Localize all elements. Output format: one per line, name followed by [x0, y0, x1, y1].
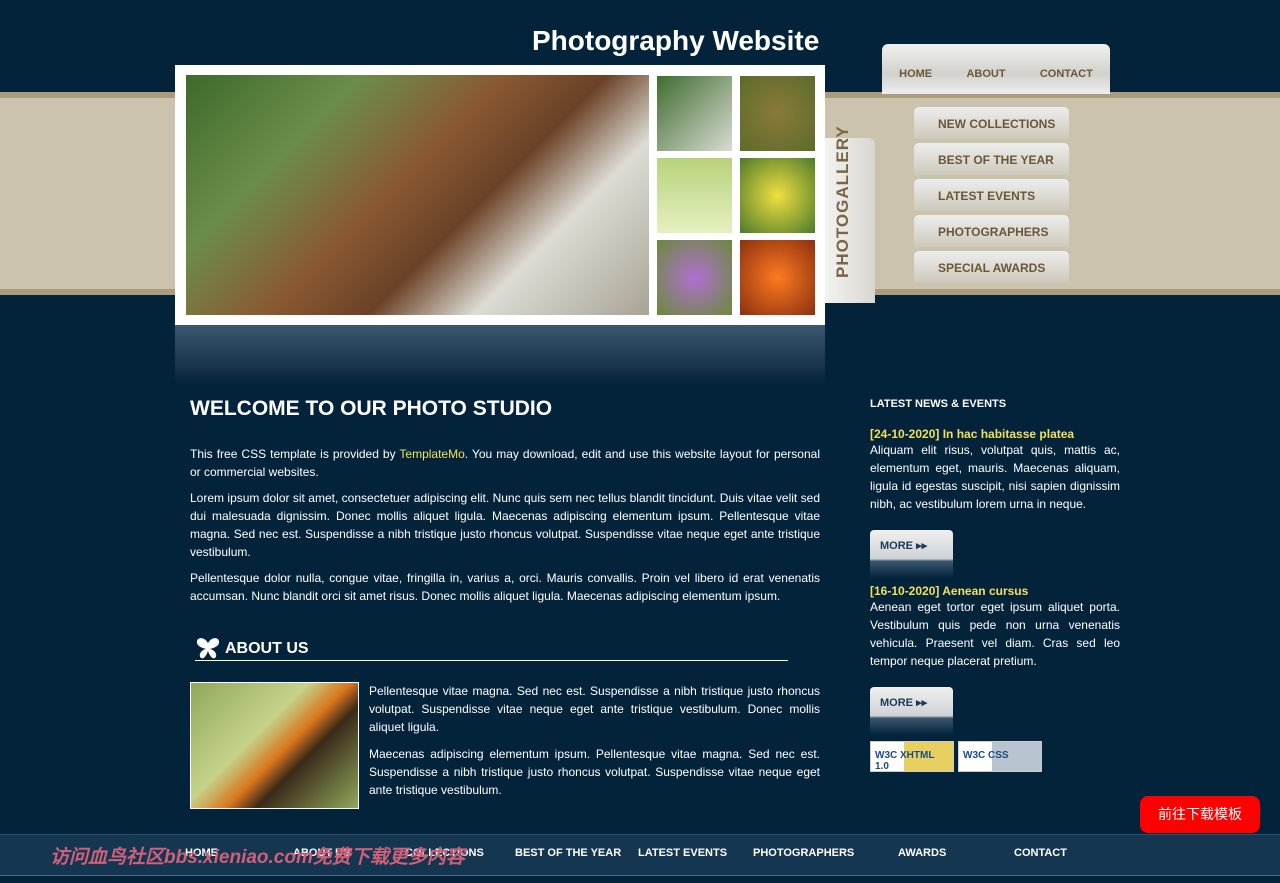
more-button-1[interactable]: MORE ▸▸: [870, 530, 953, 578]
text: This free CSS template is provided by: [190, 447, 400, 461]
top-nav-about[interactable]: ABOUT: [966, 68, 1005, 80]
welcome-p3: Pellentesque dolor nulla, congue vitae, …: [190, 571, 820, 603]
welcome-section: WELCOME TO OUR PHOTO STUDIO This free CS…: [190, 397, 820, 613]
news-sidebar: LATEST NEWS & EVENTS [24-10-2020] In hac…: [870, 398, 1120, 772]
footer-photographers[interactable]: PHOTOGRAPHERS: [753, 847, 854, 859]
about-p2: Maecenas adipiscing elementum ipsum. Pel…: [369, 747, 820, 797]
side-nav: NEW COLLECTIONS BEST OF THE YEAR LATEST …: [914, 107, 1069, 287]
photogallery-tab[interactable]: PHOTOGALLERY: [825, 125, 875, 303]
footer-contact[interactable]: CONTACT: [1014, 847, 1067, 859]
thumbnail-3[interactable]: [657, 158, 732, 233]
thumbnail-6[interactable]: [740, 240, 815, 315]
side-nav-special-awards[interactable]: SPECIAL AWARDS: [914, 251, 1069, 283]
templatemo-link[interactable]: TemplateMo: [399, 447, 464, 461]
news-text-2: Aenean eget tortor eget ipsum aliquet po…: [870, 600, 1120, 668]
site-title: Photography Website: [532, 25, 820, 56]
news-text-1: Aliquam elit risus, volutpat quis, matti…: [870, 443, 1120, 511]
double-arrow-icon: ▸▸: [916, 697, 928, 709]
side-nav-best-of-year[interactable]: BEST OF THE YEAR: [914, 143, 1069, 175]
thumbnail-2[interactable]: [740, 76, 815, 151]
side-nav-new-collections[interactable]: NEW COLLECTIONS: [914, 107, 1069, 139]
side-nav-latest-events[interactable]: LATEST EVENTS: [914, 179, 1069, 211]
welcome-p2: Lorem ipsum dolor sit amet, consectetuer…: [190, 491, 820, 559]
css-valid-badge[interactable]: W3C CSS: [958, 741, 1042, 772]
thumbnail-1[interactable]: [657, 76, 732, 151]
featured-photo: [186, 75, 649, 315]
butterfly-photo: [190, 682, 359, 809]
top-nav-home[interactable]: HOME: [899, 68, 932, 80]
welcome-title: WELCOME TO OUR PHOTO STUDIO: [190, 397, 553, 420]
news-date-2: [16-10-2020] Aenean cursus: [870, 584, 1029, 598]
more-label: MORE: [880, 540, 913, 552]
xhtml-valid-badge[interactable]: W3C XHTML 1.0: [870, 741, 954, 772]
top-nav-contact[interactable]: CONTACT: [1040, 68, 1093, 80]
welcome-p1: This free CSS template is provided by Te…: [190, 445, 820, 481]
download-template-button[interactable]: 前往下载模板: [1140, 796, 1260, 833]
thumbnail-5[interactable]: [657, 240, 732, 315]
photogallery-label: PHOTOGALLERY: [833, 125, 852, 278]
watermark: 访问血鸟社区bbs.xieniao.com免费下载更多内容: [50, 847, 465, 868]
footer-latest-events[interactable]: LATEST EVENTS: [638, 847, 727, 859]
side-nav-photographers[interactable]: PHOTOGRAPHERS: [914, 215, 1069, 247]
footer-awards[interactable]: AWARDS: [898, 847, 946, 859]
more-button-2[interactable]: MORE ▸▸: [870, 687, 953, 735]
about-text: Pellentesque vitae magna. Sed nec est. S…: [369, 682, 820, 808]
about-heading: ABOUT US: [195, 636, 788, 661]
news-date-1: [24-10-2020] In hac habitasse platea: [870, 427, 1075, 441]
double-arrow-icon: ▸▸: [916, 540, 928, 552]
frame-reflection: [175, 325, 825, 385]
footer-best-of-year[interactable]: BEST OF THE YEAR: [515, 847, 621, 859]
news-title: LATEST NEWS & EVENTS: [870, 398, 1007, 410]
about-title: ABOUT US: [225, 640, 309, 657]
gallery-frame: [175, 65, 825, 325]
more-label: MORE: [880, 697, 913, 709]
top-nav: HOME ABOUT CONTACT: [882, 44, 1110, 94]
butterfly-icon: [196, 638, 220, 659]
thumbnail-4[interactable]: [740, 158, 815, 233]
about-p1: Pellentesque vitae magna. Sed nec est. S…: [369, 684, 820, 734]
